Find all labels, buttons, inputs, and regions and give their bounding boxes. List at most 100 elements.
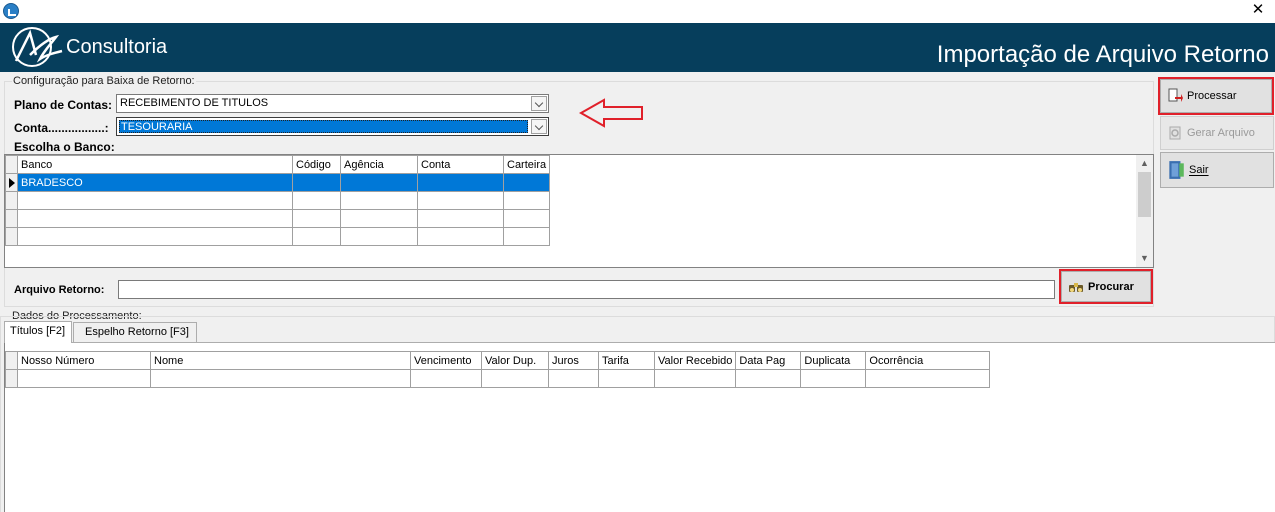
table-cell[interactable] bbox=[17, 227, 293, 246]
binoculars-icon bbox=[1069, 282, 1083, 292]
arquivo-label: Arquivo Retorno: bbox=[14, 284, 105, 296]
table-cell[interactable] bbox=[865, 369, 991, 388]
col-vencimento[interactable]: Vencimento bbox=[410, 351, 482, 370]
table-cell[interactable] bbox=[502, 209, 551, 228]
table-cell[interactable] bbox=[17, 209, 293, 228]
table-cell[interactable] bbox=[292, 173, 341, 192]
table-row[interactable]: BRADESCO bbox=[5, 173, 551, 192]
table-row[interactable] bbox=[5, 209, 551, 228]
conta-label: Conta.................: bbox=[14, 121, 109, 135]
row-indicator bbox=[5, 173, 18, 192]
table-cell[interactable] bbox=[340, 209, 418, 228]
app-icon bbox=[3, 3, 19, 19]
col-nome[interactable]: Nome bbox=[150, 351, 411, 370]
scroll-thumb[interactable] bbox=[1138, 172, 1151, 217]
row-indicator bbox=[5, 369, 18, 388]
scroll-down-icon[interactable]: ▼ bbox=[1136, 250, 1153, 267]
conta-select[interactable]: TESOURARIA bbox=[116, 117, 549, 136]
generate-file-icon bbox=[1169, 126, 1181, 140]
close-icon[interactable]: ✕ bbox=[1249, 1, 1267, 19]
header-banner: Consultoria Importação de Arquivo Retorn… bbox=[0, 23, 1275, 72]
table-cell[interactable] bbox=[417, 191, 504, 210]
banco-label: Escolha o Banco: bbox=[14, 140, 115, 154]
table-cell[interactable] bbox=[340, 227, 418, 246]
table-cell[interactable] bbox=[292, 227, 341, 246]
table-cell[interactable] bbox=[17, 369, 151, 388]
col-duplicata[interactable]: Duplicata bbox=[800, 351, 867, 370]
chevron-down-icon[interactable] bbox=[531, 119, 547, 134]
table-cell[interactable] bbox=[340, 173, 418, 192]
table-cell[interactable] bbox=[502, 173, 551, 192]
annotation-arrow-icon bbox=[578, 98, 643, 128]
bank-grid-scrollbar[interactable]: ▲ ▼ bbox=[1136, 155, 1153, 267]
table-cell[interactable] bbox=[598, 369, 655, 388]
col-carteira[interactable]: Carteira bbox=[502, 155, 551, 174]
current-row-icon bbox=[9, 178, 15, 188]
table-cell[interactable] bbox=[417, 173, 504, 192]
table-cell[interactable] bbox=[735, 369, 802, 388]
table-cell[interactable] bbox=[410, 369, 482, 388]
titulos-grid[interactable]: Nosso Número Nome Vencimento Valor Dup. … bbox=[4, 342, 1275, 512]
table-cell[interactable] bbox=[17, 191, 293, 210]
processar-button[interactable]: Processar bbox=[1158, 77, 1274, 115]
row-indicator bbox=[5, 191, 18, 210]
table-cell[interactable] bbox=[292, 209, 341, 228]
process-icon bbox=[1168, 88, 1183, 102]
conta-value: TESOURARIA bbox=[119, 120, 528, 133]
bank-table: Banco Código Agência Conta Carteira BRAD… bbox=[5, 155, 551, 246]
procurar-label: Procurar bbox=[1088, 280, 1134, 293]
tab-espelho-retorno[interactable]: Espelho Retorno [F3] bbox=[73, 322, 197, 342]
col-valor-recebido[interactable]: Valor Recebido bbox=[653, 351, 737, 370]
arquivo-input[interactable] bbox=[118, 280, 1055, 299]
procurar-button[interactable]: Procurar bbox=[1059, 269, 1153, 304]
col-nosso-numero[interactable]: Nosso Número bbox=[17, 351, 151, 370]
col-codigo[interactable]: Código bbox=[292, 155, 341, 174]
table-row[interactable] bbox=[5, 227, 551, 246]
col-valor-dup[interactable]: Valor Dup. bbox=[481, 351, 549, 370]
titulos-header-row: Nosso Número Nome Vencimento Valor Dup. … bbox=[5, 351, 991, 370]
bank-grid[interactable]: Banco Código Agência Conta Carteira BRAD… bbox=[4, 154, 1154, 268]
col-banco[interactable]: Banco bbox=[17, 155, 293, 174]
gerar-arquivo-label: Gerar Arquivo bbox=[1187, 127, 1255, 139]
config-group-label: Configuração para Baixa de Retorno: bbox=[12, 75, 196, 87]
table-cell[interactable] bbox=[548, 369, 599, 388]
table-cell[interactable] bbox=[502, 227, 551, 246]
col-conta[interactable]: Conta bbox=[417, 155, 504, 174]
logo-text: Consultoria bbox=[66, 36, 168, 58]
table-cell[interactable] bbox=[292, 191, 341, 210]
table-cell[interactable] bbox=[417, 209, 504, 228]
plano-label: Plano de Contas: bbox=[14, 98, 113, 112]
table-cell[interactable]: BRADESCO bbox=[17, 173, 293, 192]
company-logo bbox=[12, 27, 63, 67]
table-cell[interactable] bbox=[150, 369, 411, 388]
chevron-down-icon[interactable] bbox=[531, 96, 547, 111]
table-row[interactable] bbox=[5, 369, 991, 388]
exit-door-icon bbox=[1169, 161, 1184, 179]
window-titlebar: ✕ bbox=[0, 0, 1275, 23]
row-indicator bbox=[5, 209, 18, 228]
table-cell[interactable] bbox=[481, 369, 549, 388]
row-indicator bbox=[5, 227, 18, 246]
table-cell[interactable] bbox=[653, 369, 737, 388]
table-row[interactable] bbox=[5, 191, 551, 210]
plano-contas-select[interactable]: RECEBIMENTO DE TITULOS bbox=[116, 94, 549, 113]
processar-label: Processar bbox=[1187, 90, 1237, 102]
page-title: Importação de Arquivo Retorno bbox=[936, 41, 1269, 68]
table-cell[interactable] bbox=[417, 227, 504, 246]
gerar-arquivo-button[interactable]: Gerar Arquivo bbox=[1160, 116, 1274, 150]
col-tarifa[interactable]: Tarifa bbox=[598, 351, 655, 370]
col-ocorrencia[interactable]: Ocorrência bbox=[865, 351, 991, 370]
table-cell[interactable] bbox=[502, 191, 551, 210]
bank-header-row: Banco Código Agência Conta Carteira bbox=[5, 155, 551, 174]
col-agencia[interactable]: Agência bbox=[340, 155, 418, 174]
table-cell[interactable] bbox=[340, 191, 418, 210]
col-juros[interactable]: Juros bbox=[548, 351, 599, 370]
titulos-table: Nosso Número Nome Vencimento Valor Dup. … bbox=[5, 351, 991, 388]
plano-contas-value: RECEBIMENTO DE TITULOS bbox=[120, 97, 269, 109]
tab-titulos[interactable]: Títulos [F2] bbox=[4, 321, 72, 343]
table-cell[interactable] bbox=[800, 369, 867, 388]
sair-button[interactable]: Sair bbox=[1160, 152, 1274, 188]
col-data-pag[interactable]: Data Pag bbox=[735, 351, 802, 370]
scroll-up-icon[interactable]: ▲ bbox=[1136, 155, 1153, 172]
sair-label: Sair bbox=[1189, 164, 1209, 176]
